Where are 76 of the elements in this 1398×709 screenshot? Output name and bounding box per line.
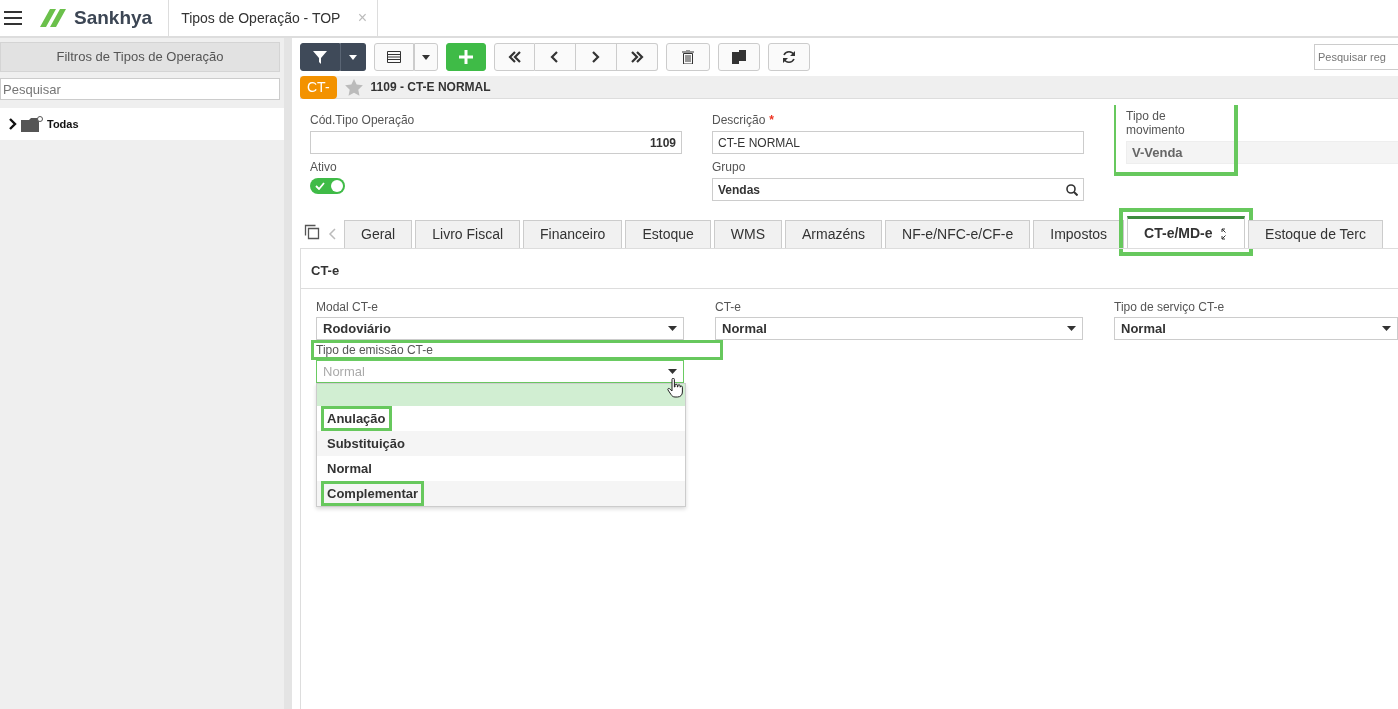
caret-icon [668, 369, 677, 374]
dropdown-option[interactable]: Normal [321, 455, 378, 482]
lookup-field[interactable]: Vendas [712, 178, 1084, 201]
refresh-icon [782, 50, 796, 64]
tab[interactable]: NF-e/NFC-e/CF-e [885, 220, 1031, 248]
caret-icon [1067, 326, 1076, 331]
filter-button[interactable] [300, 43, 340, 71]
plus-icon [459, 50, 473, 64]
table-icon [387, 51, 401, 63]
dropdown-button[interactable] [340, 43, 366, 71]
field-label: CT-e [714, 299, 742, 316]
tab[interactable]: Livro Fiscal [415, 220, 521, 248]
caret-icon [668, 326, 677, 331]
tab[interactable]: Impostos [1033, 220, 1125, 248]
filter-icon [313, 50, 327, 64]
section-title: CT-e [301, 249, 1398, 289]
trash-icon [682, 50, 694, 64]
copy-button[interactable] [718, 43, 760, 71]
dropdown-option[interactable]: Complementar [321, 480, 425, 507]
tab[interactable]: Estoque [625, 220, 711, 248]
field-value: Rodoviário [323, 319, 391, 338]
toggle-switch[interactable] [310, 178, 345, 194]
tree-item[interactable]: Todas [47, 115, 79, 133]
tab[interactable]: WMS [713, 220, 782, 248]
app-tab-title[interactable]: Tipos de Operação - TOP [181, 7, 341, 29]
field-value: Normal [323, 362, 365, 381]
logo-text: Sankhya [74, 5, 153, 30]
caret-icon [349, 54, 357, 60]
required-mark: * [769, 113, 775, 127]
field-label: Cód.Tipo Operação [310, 113, 416, 127]
last-page-button[interactable] [617, 43, 658, 71]
next-button[interactable] [576, 43, 617, 71]
copy-icon [732, 50, 746, 64]
tab[interactable]: Estoque de Terc [1248, 220, 1383, 248]
caret-icon [422, 54, 430, 60]
first-page-button[interactable] [494, 43, 535, 71]
field-value: Vendas [718, 181, 761, 199]
caret-icon [1382, 326, 1391, 331]
number-field[interactable]: 1109 [310, 131, 682, 154]
copy-icon[interactable] [304, 224, 320, 240]
field-label: Tipo de movimento [1126, 109, 1186, 137]
dropdown-option[interactable]: Anulação [321, 405, 392, 432]
menu-icon[interactable] [4, 11, 22, 25]
field-value: Normal [722, 319, 767, 338]
record-title: 1109 - CT-E NORMAL [370, 79, 491, 96]
text-field[interactable]: CT-E NORMAL [712, 131, 1084, 154]
dropdown-field[interactable]: Rodoviário [316, 317, 684, 340]
record-tag: CT- [300, 75, 337, 99]
tab[interactable]: Geral [344, 220, 413, 248]
chevron-right-icon[interactable] [8, 118, 17, 130]
field-value: Normal [1121, 319, 1166, 338]
search-icon[interactable] [1066, 183, 1078, 196]
field-label: Descrição [712, 113, 766, 127]
dropdown-field[interactable]: Normal [715, 317, 1083, 340]
field-label: Tipo de serviço CT-e [1113, 299, 1226, 316]
search-field[interactable]: Pesquisar [0, 78, 280, 100]
double-chevron-right-icon [630, 51, 644, 63]
field-label: Ativo [310, 160, 338, 174]
field-label: Grupo [712, 160, 747, 174]
expand-icon[interactable] [1220, 227, 1229, 240]
folder-icon [21, 116, 43, 132]
filter-panel-header: Filtros de Tipos de Operação [0, 42, 280, 72]
readonly-field: V-Venda [1126, 141, 1398, 164]
search-field[interactable]: Pesquisar reg [1314, 44, 1398, 70]
field-label: Modal CT-e [315, 299, 380, 316]
star-icon[interactable] [344, 78, 363, 96]
double-chevron-left-icon [507, 51, 522, 63]
previous-button[interactable] [535, 43, 576, 71]
grid-view-button[interactable] [374, 43, 414, 71]
delete-button[interactable] [666, 43, 710, 71]
tab[interactable]: Financeiro [523, 220, 623, 248]
dropdown-field[interactable]: Normal [1114, 317, 1398, 340]
refresh-button[interactable] [768, 43, 810, 71]
field-label: Tipo de emissão CT-e [311, 340, 723, 360]
check-icon [315, 182, 325, 190]
tab[interactable]: Armazéns [785, 220, 883, 248]
